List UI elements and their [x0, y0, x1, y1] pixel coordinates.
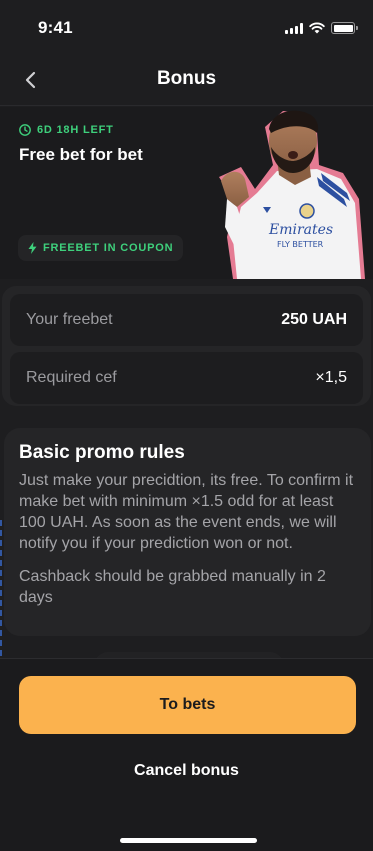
player-image: Emirates FLY BETTER — [219, 110, 365, 279]
to-bets-button[interactable]: To bets — [19, 676, 356, 734]
cancel-bonus-button[interactable]: Cancel bonus — [0, 756, 373, 786]
lightning-icon — [28, 242, 37, 254]
freebet-value: 250 UAH — [281, 311, 347, 328]
rules-paragraph: Cashback should be grabbed manually in 2… — [19, 568, 326, 606]
rules-paragraph: Just make your precidtion, its free. To … — [19, 472, 354, 552]
home-indicator — [120, 838, 257, 843]
freebet-label: Your freebet — [26, 311, 113, 328]
freebet-row: Your freebet 250 UAH — [10, 294, 363, 346]
bonus-timer: 6D 18H LEFT — [19, 124, 114, 136]
status-time: 9:41 — [38, 18, 73, 37]
screen: 9:41 Bonus 6D 18H LEFT Free bet for bet … — [0, 0, 373, 851]
nav-bar: Bonus — [0, 54, 373, 106]
page-title: Bonus — [156, 68, 217, 89]
timer-text: 6D 18H LEFT — [37, 124, 114, 136]
status-bar: 9:41 — [0, 0, 373, 54]
freebet-chip: FREEBET IN COUPON — [18, 235, 184, 261]
bonus-header: 6D 18H LEFT Free bet for bet FREEBET IN … — [0, 107, 373, 279]
svg-text:Emirates: Emirates — [268, 222, 333, 238]
signal-icon — [285, 22, 303, 34]
battery-icon — [331, 22, 358, 34]
cef-value: ×1,5 — [315, 369, 347, 386]
rules-title: Basic promo rules — [19, 442, 185, 463]
clock-icon — [19, 124, 31, 136]
promo-rules: Basic promo rules Just make your precidt… — [4, 428, 371, 636]
cef-row: Required cef ×1,5 — [10, 352, 363, 404]
bonus-title: Free bet for bet — [19, 145, 143, 164]
cef-label: Required cef — [26, 369, 117, 386]
status-icons — [285, 22, 358, 34]
svg-text:FLY BETTER: FLY BETTER — [277, 240, 324, 249]
chip-label: FREEBET IN COUPON — [43, 242, 174, 254]
wifi-icon — [309, 22, 325, 34]
freebet-card: Your freebet 250 UAH Required cef ×1,5 — [2, 286, 371, 406]
